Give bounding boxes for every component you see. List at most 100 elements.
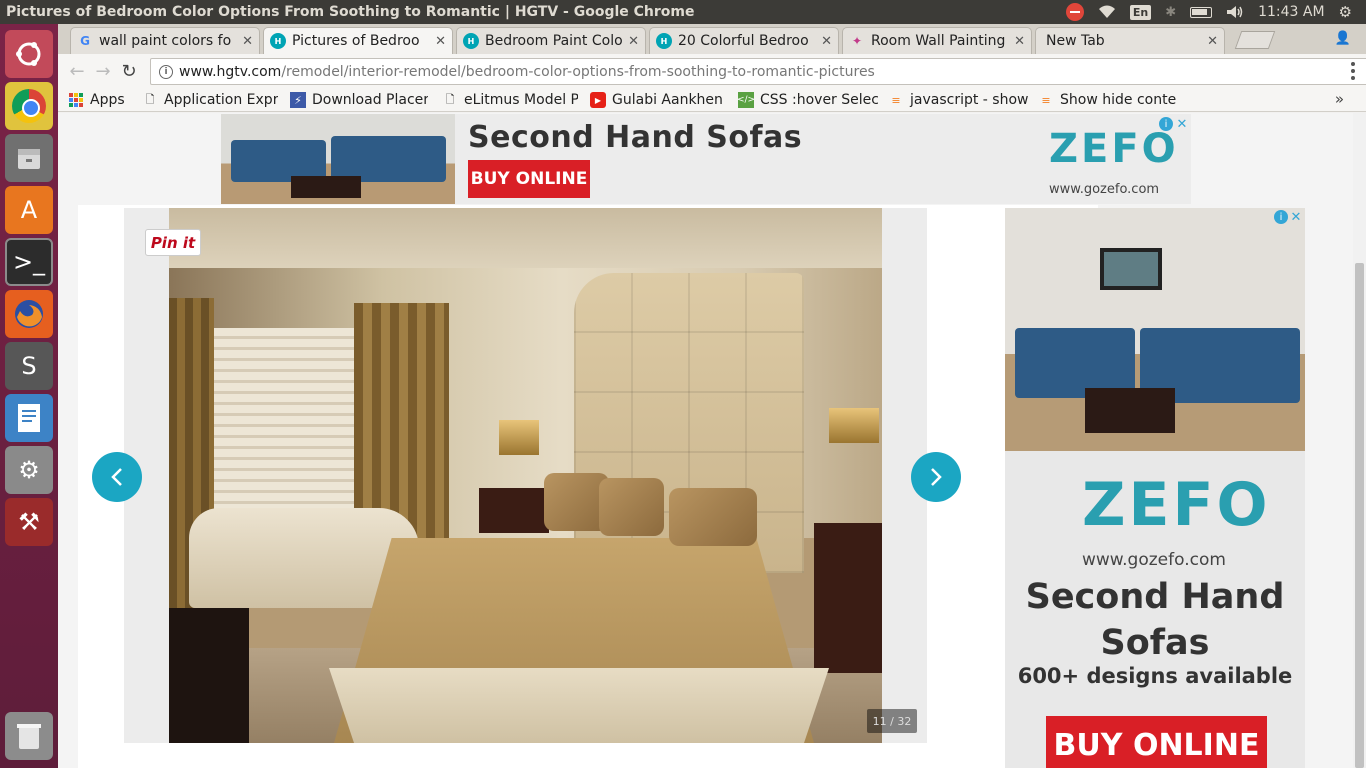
top-banner-ad[interactable]: Second Hand Sofas BUY ONLINE ZEFO www.go… [221, 114, 1191, 204]
stackoverflow-icon: ≡ [891, 93, 901, 107]
tab-close-icon[interactable]: ✕ [1207, 34, 1218, 49]
ad-sofa-image [221, 114, 455, 204]
tab-bedroom-paint-colors[interactable]: H Bedroom Paint Colo ✕ [456, 27, 646, 54]
bedroom-photo[interactable] [169, 208, 882, 743]
bookmark-show-hide-content[interactable]: ≡ Show hide conte [1038, 91, 1178, 109]
window-title: Pictures of Bedroom Color Options From S… [6, 4, 695, 20]
bookmark-label: eLitmus Model P [464, 92, 578, 108]
ad-living-room-image [1005, 208, 1305, 451]
code-icon: </> [738, 92, 755, 108]
apps-grid-icon [68, 92, 84, 108]
ad-headline-line2: Sofas [1100, 623, 1210, 663]
tab-close-icon[interactable]: ✕ [242, 34, 253, 49]
volume-icon[interactable] [1226, 5, 1244, 19]
stackoverflow-icon: ≡ [1041, 93, 1051, 107]
battery-icon[interactable] [1190, 6, 1213, 18]
keyboard-language-indicator[interactable]: En [1129, 4, 1152, 20]
tab-label: Bedroom Paint Colo [485, 33, 623, 49]
ad-buy-online-button[interactable]: BUY ONLINE [1046, 716, 1267, 768]
page-icon: 🗋 [445, 92, 455, 106]
tab-label: wall paint colors fo [99, 33, 232, 49]
pin-it-button[interactable]: Pin it [145, 229, 201, 256]
system-gear-icon[interactable]: ⚙ [1339, 3, 1352, 21]
bookmarks-overflow-icon[interactable]: » [1335, 90, 1344, 108]
tab-label: Pictures of Bedroo [292, 33, 420, 49]
tab-close-icon[interactable]: ✕ [435, 34, 446, 49]
wifi-icon[interactable] [1098, 5, 1116, 19]
tab-20-colorful-bedrooms[interactable]: H 20 Colorful Bedroo ✕ [649, 27, 839, 54]
address-bar[interactable]: i www.hgtv.com/remodel/interior-remodel/… [150, 58, 1366, 85]
forward-arrow-icon[interactable]: → [90, 58, 116, 84]
sidebar-ad[interactable]: ZEFO www.gozefo.com Second Hand Sofas 60… [1005, 208, 1305, 768]
system-top-panel: Pictures of Bedroom Color Options From S… [0, 0, 1366, 24]
browser-tab-strip: G wall paint colors fo ✕ H Pictures of B… [58, 24, 1366, 54]
ad-info-icon[interactable]: i [1159, 117, 1173, 131]
sublime-text-icon[interactable]: S [5, 342, 53, 390]
tab-close-icon[interactable]: ✕ [1014, 34, 1025, 49]
ad-headline-line1: Second Hand [1025, 577, 1285, 617]
ad-url: www.gozefo.com [1049, 182, 1160, 197]
bookmark-application-expr[interactable]: 🗋 Application Expr [142, 91, 278, 109]
firefox-launcher-icon[interactable] [5, 290, 53, 338]
ad-headline: Second Hand Sofas [468, 120, 803, 155]
error-indicator-icon[interactable] [1065, 3, 1084, 21]
profile-icon[interactable]: 👤 [1332, 28, 1354, 48]
bolt-icon: ⚡ [290, 92, 306, 108]
next-slide-button[interactable] [911, 452, 961, 502]
terminal-launcher-icon[interactable]: >_ [5, 238, 53, 286]
ad-close-icon[interactable]: ✕ [1175, 117, 1189, 132]
chevron-left-icon [111, 468, 122, 486]
clock[interactable]: 11:43 AM [1258, 4, 1324, 20]
youtube-icon: ▶ [590, 92, 606, 108]
software-center-icon[interactable]: A [5, 186, 53, 234]
tab-pictures-of-bedroom[interactable]: H Pictures of Bedroo ✕ [263, 27, 453, 54]
slide-counter: 11 / 32 [867, 709, 917, 733]
page-scrollbar[interactable] [1353, 113, 1366, 768]
bluetooth-icon[interactable]: ✱ [1165, 5, 1176, 20]
chevron-right-icon [931, 468, 942, 486]
wine-tools-icon[interactable]: ⚒ [5, 498, 53, 546]
bookmark-javascript-show[interactable]: ≡ javascript - show [888, 91, 1028, 109]
web-page: Second Hand Sofas BUY ONLINE ZEFO www.go… [58, 113, 1353, 768]
system-indicators: En ✱ 11:43 AM ⚙ [1065, 3, 1366, 21]
bookmark-css-hover-select[interactable]: </> CSS :hover Select [738, 91, 878, 109]
ad-headline: Second Hand Sofas [1005, 574, 1305, 666]
tab-close-icon[interactable]: ✕ [628, 34, 639, 49]
tab-room-wall-painting[interactable]: ✦ Room Wall Painting ✕ [842, 27, 1032, 54]
libreoffice-writer-icon[interactable] [5, 394, 53, 442]
scrollbar-thumb[interactable] [1355, 263, 1364, 768]
ad-close-icon[interactable]: ✕ [1289, 210, 1303, 225]
previous-slide-button[interactable] [92, 452, 142, 502]
tab-wall-paint-colors[interactable]: G wall paint colors fo ✕ [70, 27, 260, 54]
browser-toolbar: ← → ↻ i www.hgtv.com/remodel/interior-re… [58, 54, 1366, 88]
ad-buy-online-button[interactable]: BUY ONLINE [468, 160, 590, 198]
tab-close-icon[interactable]: ✕ [821, 34, 832, 49]
bookmark-elitmus-model[interactable]: 🗋 eLitmus Model P [442, 91, 578, 109]
hgtv-favicon-icon: H [463, 33, 479, 49]
trash-icon[interactable] [5, 712, 53, 760]
page-icon: 🗋 [145, 92, 155, 106]
chrome-launcher-icon[interactable] [5, 82, 53, 130]
site-info-icon[interactable]: i [159, 64, 173, 79]
files-launcher-icon[interactable] [5, 134, 53, 182]
tab-label: Room Wall Painting [871, 33, 1006, 49]
reload-icon[interactable]: ↻ [116, 58, 142, 84]
unity-launcher: A >_ S ⚙ ⚒ [0, 24, 58, 768]
bookmark-label: Application Expr [164, 92, 278, 108]
bookmark-apps[interactable]: Apps [68, 91, 138, 109]
zefo-logo: ZEFO [1082, 470, 1271, 540]
tab-label: 20 Colorful Bedroo [678, 33, 809, 49]
bookmark-download-placer[interactable]: ⚡ Download Placer [290, 91, 428, 109]
bookmark-gulabi-aankhen[interactable]: ▶ Gulabi Aankhen [590, 91, 724, 109]
google-favicon-icon: G [80, 34, 90, 48]
hgtv-favicon-icon: H [656, 33, 672, 49]
back-arrow-icon[interactable]: ← [64, 58, 90, 84]
url-host: www.hgtv.com [179, 63, 282, 80]
decor-favicon-icon: ✦ [851, 34, 863, 48]
ad-info-icon[interactable]: i [1274, 210, 1288, 224]
chrome-menu-icon[interactable] [1348, 60, 1358, 82]
new-tab-button[interactable] [1234, 31, 1276, 49]
system-settings-icon[interactable]: ⚙ [5, 446, 53, 494]
ubuntu-dash-icon[interactable] [5, 30, 53, 78]
tab-new-tab[interactable]: New Tab ✕ [1035, 27, 1225, 54]
